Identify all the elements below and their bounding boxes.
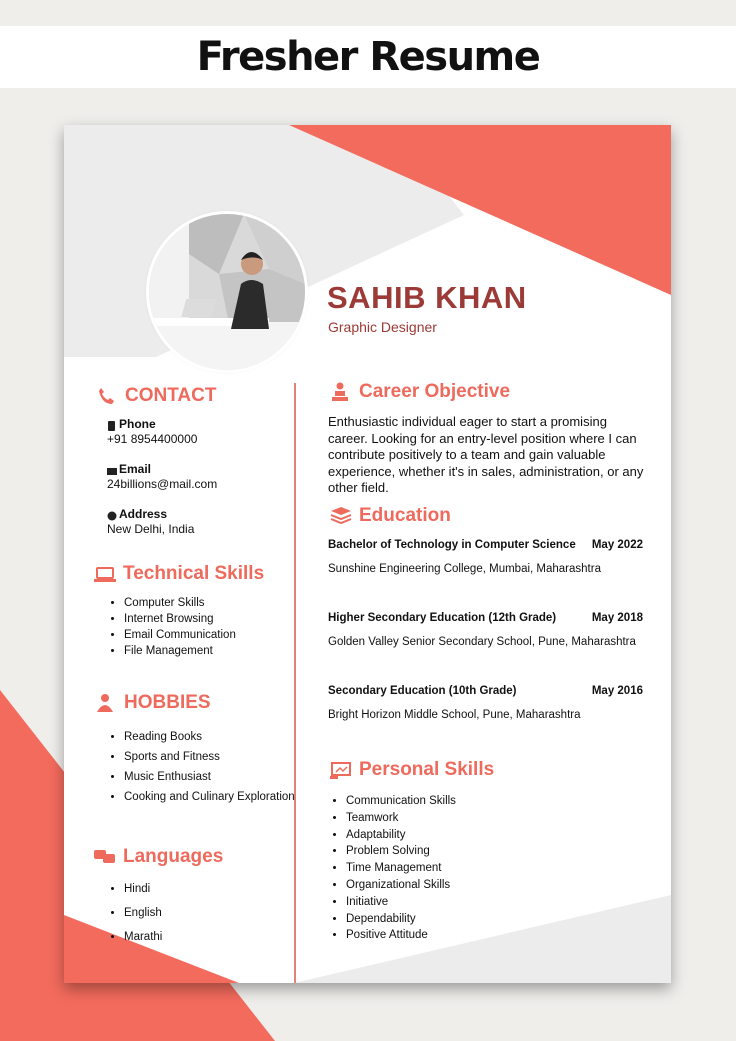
career-objective-text: Enthusiastic individual eager to start a… bbox=[328, 414, 644, 495]
books-icon bbox=[330, 506, 352, 526]
education-entry: Secondary Education (10th Grade) May 2016… bbox=[328, 685, 643, 721]
email-value: 24billions@mail.com bbox=[107, 477, 218, 491]
person-role: Graphic Designer bbox=[328, 319, 437, 335]
address-value: New Delhi, India bbox=[107, 522, 195, 536]
list-item: Initiative bbox=[346, 894, 456, 911]
resume-sheet: SAHIB KHAN Graphic Designer CONTACT Phon… bbox=[64, 125, 671, 983]
globe-icon bbox=[107, 510, 117, 521]
list-item: Cooking and Culinary Exploration bbox=[124, 787, 295, 807]
envelope-icon bbox=[107, 465, 117, 475]
date: May 2018 bbox=[591, 612, 643, 624]
chat-bubbles-icon bbox=[94, 847, 115, 867]
laptop-icon bbox=[94, 564, 116, 584]
languages-title: Languages bbox=[123, 846, 224, 867]
career-objective-heading: Career Objective bbox=[330, 381, 510, 403]
contact-title: CONTACT bbox=[125, 385, 217, 406]
list-item: Time Management bbox=[346, 860, 456, 877]
list-item: Internet Browsing bbox=[124, 611, 236, 627]
list-item: Teamwork bbox=[346, 810, 456, 827]
career-objective-title: Career Objective bbox=[359, 381, 511, 402]
address-label: Address bbox=[119, 507, 168, 521]
personal-skills-title: Personal Skills bbox=[359, 759, 495, 780]
list-item: Communication Skills bbox=[346, 793, 456, 810]
education-heading: Education bbox=[330, 505, 451, 527]
languages-heading: Languages bbox=[94, 846, 223, 868]
languages-list: Hindi English Marathi bbox=[106, 877, 162, 949]
personal-skills-heading: Personal Skills bbox=[330, 759, 494, 781]
degree: Secondary Education (10th Grade) bbox=[328, 685, 517, 697]
personal-skills-list: Communication Skills Teamwork Adaptabili… bbox=[328, 793, 456, 944]
mobile-icon bbox=[107, 420, 116, 431]
address-block: Address New Delhi, India bbox=[107, 507, 194, 537]
list-item: File Management bbox=[124, 643, 236, 659]
contact-heading: CONTACT bbox=[96, 385, 216, 407]
team-icon bbox=[330, 382, 350, 402]
title-banner: Fresher Resume bbox=[0, 26, 736, 88]
technical-skills-title: Technical Skills bbox=[123, 563, 265, 584]
school: Golden Valley Senior Secondary School, P… bbox=[328, 636, 636, 648]
list-item: Dependability bbox=[346, 911, 456, 928]
education-entry: Higher Secondary Education (12th Grade) M… bbox=[328, 612, 643, 648]
list-item: Music Enthusiast bbox=[124, 767, 295, 787]
phone-block: Phone +91 8954400000 bbox=[107, 417, 197, 447]
phone-icon bbox=[96, 386, 116, 406]
school: Sunshine Engineering College, Mumbai, Ma… bbox=[328, 563, 601, 575]
person-name: SAHIB KHAN bbox=[327, 280, 527, 315]
date: May 2016 bbox=[591, 685, 643, 697]
education-title: Education bbox=[359, 505, 451, 526]
list-item: Hindi bbox=[124, 877, 162, 901]
presentation-icon bbox=[330, 760, 351, 780]
date: May 2022 bbox=[591, 539, 643, 551]
degree: Higher Secondary Education (12th Grade) bbox=[328, 612, 557, 624]
technical-skills-list: Computer Skills Internet Browsing Email … bbox=[106, 595, 236, 659]
list-item: Email Communication bbox=[124, 627, 236, 643]
list-item: Adaptability bbox=[346, 827, 456, 844]
school: Bright Horizon Middle School, Pune, Maha… bbox=[328, 709, 581, 721]
email-block: Email 24billions@mail.com bbox=[107, 462, 217, 492]
list-item: Reading Books bbox=[124, 727, 295, 747]
profile-photo bbox=[149, 214, 305, 370]
hobbies-heading: HOBBIES bbox=[95, 692, 211, 714]
person-hobby-icon bbox=[95, 693, 115, 713]
list-item: Problem Solving bbox=[346, 843, 456, 860]
list-item: Positive Attitude bbox=[346, 927, 456, 944]
phone-value: +91 8954400000 bbox=[107, 432, 198, 446]
banner-title: Fresher Resume bbox=[196, 34, 541, 80]
phone-label: Phone bbox=[119, 417, 156, 431]
list-item: Computer Skills bbox=[124, 595, 236, 611]
technical-skills-heading: Technical Skills bbox=[94, 563, 264, 585]
education-entry: Bachelor of Technology in Computer Scien… bbox=[328, 539, 643, 575]
list-item: Marathi bbox=[124, 925, 162, 949]
degree: Bachelor of Technology in Computer Scien… bbox=[328, 539, 576, 551]
list-item: English bbox=[124, 901, 162, 925]
email-label: Email bbox=[119, 462, 152, 476]
list-item: Sports and Fitness bbox=[124, 747, 295, 767]
list-item: Organizational Skills bbox=[346, 877, 456, 894]
hobbies-list: Reading Books Sports and Fitness Music E… bbox=[106, 727, 295, 807]
hobbies-title: HOBBIES bbox=[124, 692, 211, 713]
column-divider bbox=[294, 383, 296, 983]
